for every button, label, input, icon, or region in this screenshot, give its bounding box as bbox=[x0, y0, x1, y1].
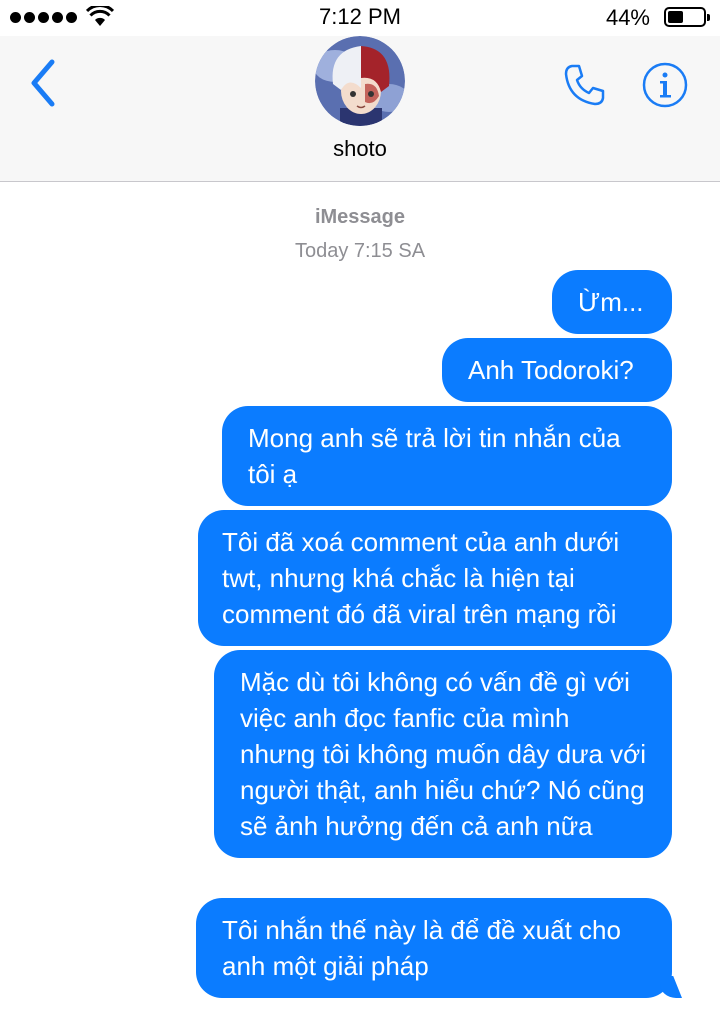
message-text: Ừm... bbox=[578, 287, 644, 317]
conversation-header: shoto bbox=[0, 36, 720, 182]
message-text: Tôi đã xoá comment của anh dưới twt, như… bbox=[222, 527, 620, 629]
avatar-image bbox=[315, 36, 405, 126]
message-bubble[interactable]: Tôi đã xoá comment của anh dưới twt, như… bbox=[198, 510, 672, 646]
message-bubble[interactable]: Tôi nhắn thế này là để đề xuất cho anh m… bbox=[196, 898, 672, 998]
message-bubble[interactable]: Ừm... bbox=[552, 270, 672, 334]
info-icon[interactable] bbox=[640, 60, 690, 110]
back-button[interactable] bbox=[26, 58, 62, 108]
contact-avatar[interactable] bbox=[315, 36, 405, 126]
service-label: iMessage bbox=[314, 206, 406, 228]
message-text: Mong anh sẽ trả lời tin nhắn của tôi ạ bbox=[248, 423, 621, 489]
message-text: Anh Todoroki? bbox=[468, 355, 634, 385]
message-text: Tôi nhắn thế này là để đề xuất cho anh m… bbox=[222, 915, 621, 981]
contact-name[interactable]: shoto bbox=[0, 136, 720, 162]
message-bubble[interactable]: Mặc dù tôi không có vấn đề gì với việc a… bbox=[214, 650, 672, 858]
battery-icon bbox=[664, 7, 710, 27]
message-text: Mặc dù tôi không có vấn đề gì với việc a… bbox=[240, 667, 646, 841]
thread-timestamp: Today 7:15 SA bbox=[294, 240, 426, 262]
battery-percentage: 44% bbox=[605, 5, 650, 30]
phone-icon[interactable] bbox=[560, 60, 610, 110]
battery-level bbox=[668, 11, 683, 23]
status-bar: 7:12 PM 44% bbox=[0, 0, 720, 36]
message-bubble[interactable]: Anh Todoroki? bbox=[442, 338, 672, 402]
message-bubble[interactable]: Mong anh sẽ trả lời tin nhắn của tôi ạ bbox=[222, 406, 672, 506]
